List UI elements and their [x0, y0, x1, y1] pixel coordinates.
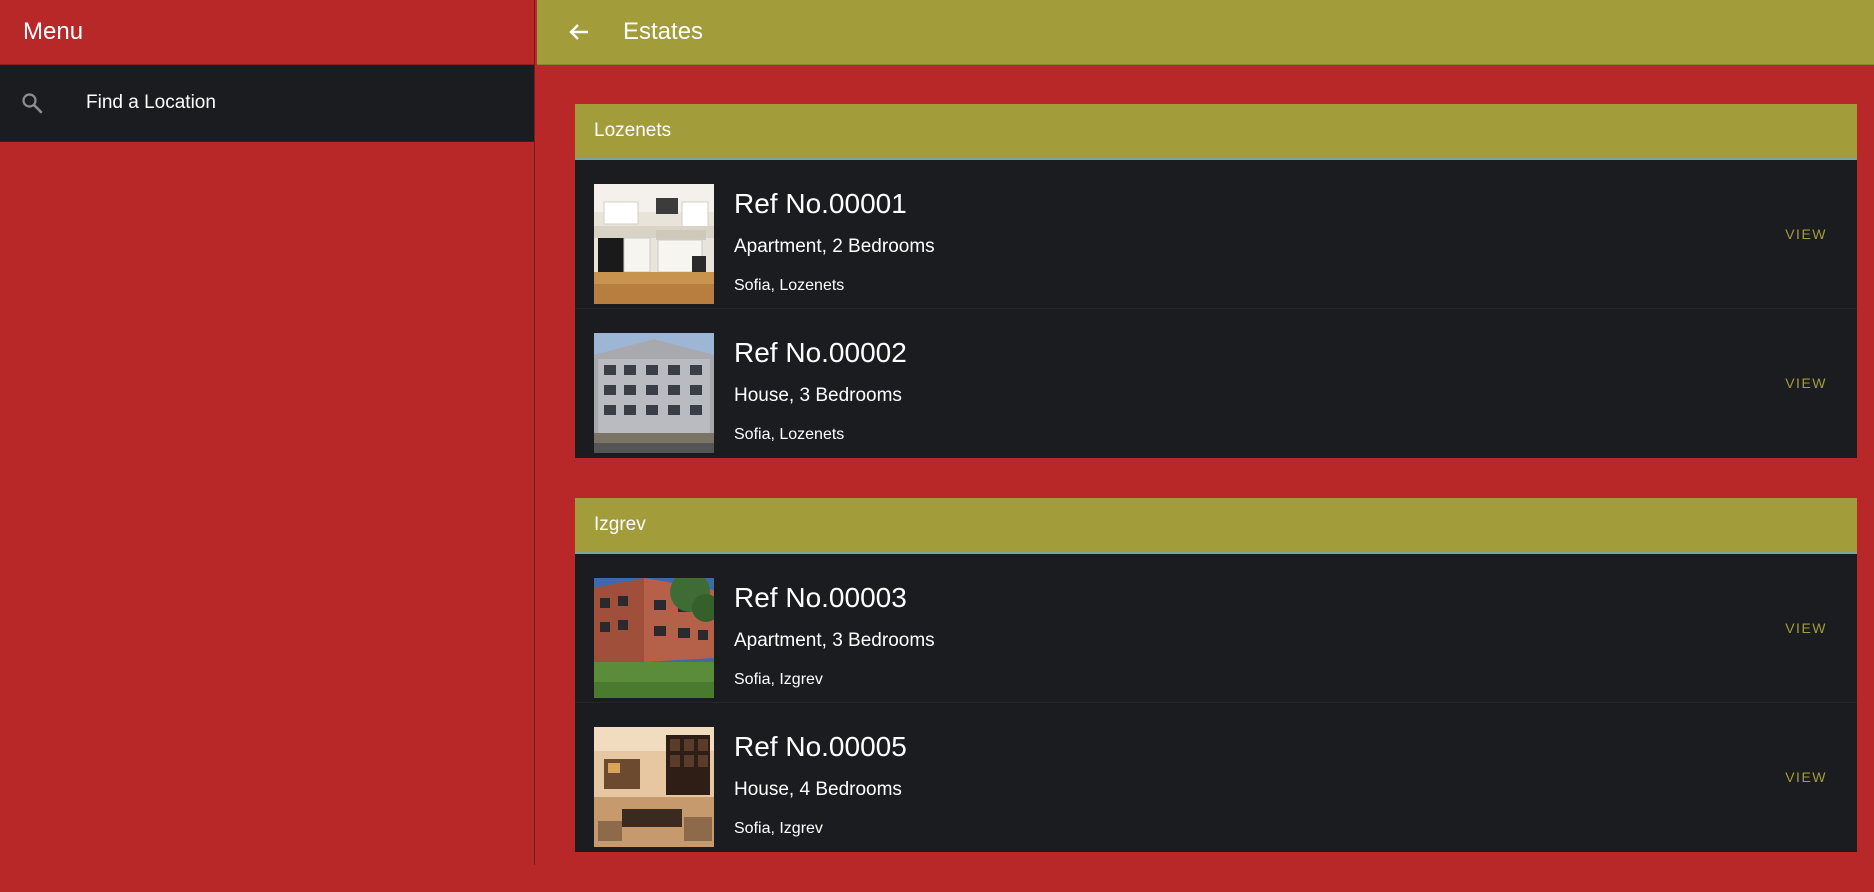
estate-thumbnail — [594, 578, 714, 698]
estate-ref: Ref No.00005 — [734, 731, 907, 762]
estate-location: Sofia, Izgrev — [734, 820, 823, 837]
estate-list-item[interactable]: Ref No.00003 Apartment, 3 Bedrooms Sofia… — [575, 554, 1857, 703]
estate-location: Sofia, Lozenets — [734, 426, 845, 443]
sidebar-title: Menu — [23, 18, 84, 45]
search-icon — [0, 91, 64, 115]
view-button[interactable]: VIEW — [1785, 769, 1827, 785]
view-button[interactable]: VIEW — [1785, 620, 1827, 636]
estates-list: Lozenets Ref No.00001 Apartment, 2 Bedro… — [575, 104, 1857, 892]
estate-ref: Ref No.00002 — [734, 337, 907, 368]
estate-list-item[interactable]: Ref No.00001 Apartment, 2 Bedrooms Sofia… — [575, 160, 1857, 309]
sidebar-header: Menu — [0, 0, 534, 65]
group-title: Lozenets — [594, 120, 672, 141]
estate-thumbnail — [594, 184, 714, 304]
find-location-label: Find a Location — [86, 92, 216, 113]
back-button[interactable] — [547, 0, 611, 65]
top-app-bar: Estates — [537, 0, 1874, 65]
group-header: Izgrev — [575, 498, 1857, 554]
estate-ref: Ref No.00001 — [734, 188, 907, 219]
estate-type: House, 4 Bedrooms — [734, 779, 902, 800]
group-lozenets: Lozenets Ref No.00001 Apartment, 2 Bedro… — [575, 104, 1857, 458]
group-title: Izgrev — [594, 514, 646, 535]
estate-ref: Ref No.00003 — [734, 582, 907, 613]
page-title: Estates — [623, 18, 704, 45]
estate-location: Sofia, Lozenets — [734, 277, 845, 294]
estate-type: Apartment, 2 Bedrooms — [734, 236, 935, 257]
group-izgrev: Izgrev Ref No.00003 Apartment, 3 Bedroom… — [575, 498, 1857, 852]
find-location-item[interactable]: Find a Location — [0, 65, 534, 142]
estate-thumbnail — [594, 333, 714, 453]
estate-type: Apartment, 3 Bedrooms — [734, 630, 935, 651]
estate-location: Sofia, Izgrev — [734, 671, 823, 688]
estate-thumbnail — [594, 727, 714, 847]
estate-list-item[interactable]: Ref No.00005 House, 4 Bedrooms Sofia, Iz… — [575, 703, 1857, 852]
main-panel: Estates Lozenets Ref No.00001 Apartment,… — [537, 0, 1874, 865]
arrow-left-icon — [569, 24, 588, 40]
group-header: Lozenets — [575, 104, 1857, 160]
view-button[interactable]: VIEW — [1785, 226, 1827, 242]
sidebar-drawer: Menu Find a Location — [0, 0, 535, 865]
estate-type: House, 3 Bedrooms — [734, 385, 902, 406]
estate-list-item[interactable]: Ref No.00002 House, 3 Bedrooms Sofia, Lo… — [575, 309, 1857, 458]
view-button[interactable]: VIEW — [1785, 375, 1827, 391]
